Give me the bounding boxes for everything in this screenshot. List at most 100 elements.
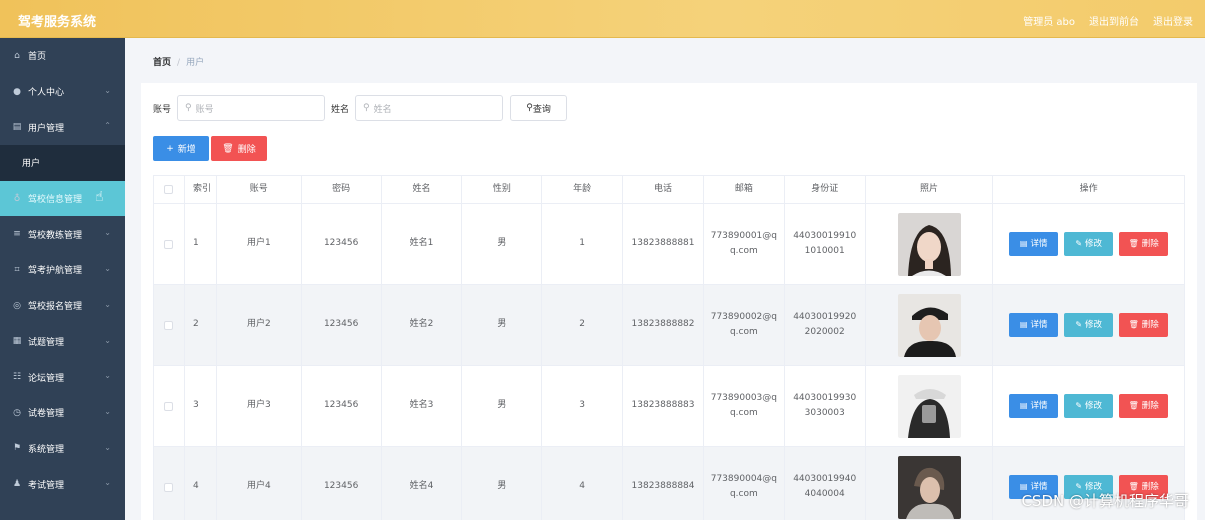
cell-account: 用户3 (217, 366, 302, 446)
flag-icon: ⚑ (12, 443, 22, 454)
select-all-checkbox[interactable] (164, 185, 174, 194)
header-password[interactable]: 密码 (302, 176, 382, 203)
header-actions: 操作 (1079, 183, 1098, 194)
header-name[interactable]: 姓名 (382, 176, 463, 203)
cell-name: 姓名1 (382, 204, 463, 284)
cell-id-card: 440300199101010001 (793, 230, 857, 256)
header-index[interactable]: 索引 (185, 176, 217, 203)
edit-button[interactable]: ✎ 修改 (1064, 313, 1114, 337)
detail-button[interactable]: ▤ 详情 (1009, 232, 1059, 256)
chevron-down-icon: ⌄ (104, 85, 111, 95)
person-icon: ♟ (12, 479, 22, 490)
remove-button[interactable]: 🗑 删除 (1119, 394, 1169, 418)
account-input[interactable]: ⚲ 账号 (177, 95, 326, 121)
sidebar-item-enrollment[interactable]: ◎ 驾校报名管理 ⌄ (0, 288, 125, 324)
chevron-down-icon: ⌄ (104, 478, 111, 488)
search-icon: ⚲ (526, 103, 533, 113)
sidebar-item-label: 首页 (28, 52, 47, 63)
query-button[interactable]: ⚲ 查询 (510, 95, 568, 121)
sidebar-item-user-management[interactable]: ▤ 用户管理 ⌃ (0, 109, 125, 145)
document-icon: ▤ (1019, 239, 1028, 249)
cell-index: 1 (185, 204, 217, 284)
sidebar-item-escort[interactable]: ⌗ 驾考护航管理 ⌄ (0, 252, 125, 288)
breadcrumb-home[interactable]: 首页 (153, 58, 171, 68)
chevron-down-icon: ⌄ (104, 228, 111, 238)
sidebar-item-label: 驾考护航管理 (28, 266, 83, 277)
user-icon: ● (13, 86, 21, 97)
sidebar-item-coach[interactable]: ≡ 驾校教练管理 ⌄ (0, 216, 125, 252)
hand-cursor-icon: ☝ (95, 188, 104, 205)
sidebar-item-label: 系统管理 (28, 444, 65, 455)
globe-icon: ◎ (13, 300, 21, 311)
header-phone[interactable]: 电话 (623, 176, 704, 203)
header-actions: 管理员 abo 退出到前台 退出登录 (1023, 13, 1193, 28)
cell-index: 2 (185, 285, 217, 365)
delete-button[interactable]: 🗑 删除 (211, 136, 267, 161)
pencil-icon: ✎ (1075, 320, 1083, 330)
cell-age: 1 (542, 204, 624, 284)
row-checkbox[interactable] (164, 239, 174, 249)
sidebar-item-home[interactable]: ⌂ 首页 (0, 38, 125, 74)
clock-icon: ◷ (13, 407, 21, 418)
user-photo (897, 455, 961, 519)
name-label: 姓名 (331, 104, 350, 115)
edit-button[interactable]: ✎ 修改 (1064, 394, 1114, 418)
row-checkbox[interactable] (164, 401, 174, 411)
header-id-card[interactable]: 身份证 (785, 176, 866, 203)
chevron-down-icon: ⌄ (104, 264, 111, 274)
app-title: 驾考服务系统 (18, 15, 97, 30)
sidebar-item-profile[interactable]: ● 个人中心 ⌄ (0, 74, 125, 110)
cell-password: 123456 (302, 366, 382, 446)
header-email[interactable]: 邮箱 (704, 176, 785, 203)
name-input[interactable]: ⚲ 姓名 (355, 95, 504, 121)
document-icon: ▤ (1019, 320, 1028, 330)
sidebar-item-school-info[interactable]: ♁ 驾校信息管理 ☝ (0, 180, 125, 217)
cell-password: 123456 (302, 285, 382, 365)
chevron-down-icon: ⌄ (104, 406, 111, 416)
search-bar: 账号 ⚲ 账号 姓名 ⚲ 姓名 ⚲ 查询 (153, 95, 568, 121)
detail-button[interactable]: ▤ 详情 (1009, 394, 1059, 418)
sliders-icon: ☷ (12, 372, 22, 383)
sidebar: ⌂ 首页 ● 个人中心 ⌄ ▤ 用户管理 ⌃ 用户 ♁ 驾校信息管理 ☝ ≡ 驾… (0, 38, 125, 520)
cell-email: 773890004@qq.com (710, 473, 777, 499)
cell-index: 4 (185, 447, 217, 520)
sidebar-item-label: 用户管理 (28, 123, 65, 134)
cell-name: 姓名4 (382, 447, 463, 520)
sidebar-item-forum[interactable]: ☷ 论坛管理 ⌄ (0, 359, 125, 395)
row-checkbox[interactable] (164, 482, 174, 492)
toolbar: + 新增 🗑 删除 (153, 136, 267, 161)
sidebar-item-exams[interactable]: ♟ 考试管理 ⌄ (0, 466, 125, 502)
remove-button[interactable]: 🗑 删除 (1119, 232, 1169, 256)
search-icon: ⚲ (363, 103, 370, 113)
header-account[interactable]: 账号 (217, 176, 302, 203)
cell-name: 姓名3 (382, 366, 463, 446)
header-gender[interactable]: 性别 (462, 176, 543, 203)
remove-button[interactable]: 🗑 删除 (1119, 313, 1169, 337)
edit-button[interactable]: ✎ 修改 (1064, 232, 1114, 256)
breadcrumb-separator: / (177, 58, 181, 68)
back-to-front-link[interactable]: 退出到前台 (1089, 13, 1139, 28)
add-button[interactable]: + 新增 (153, 136, 209, 161)
trash-icon: 🗑 (1128, 239, 1139, 249)
table-row: 2 用户2 123456 姓名2 男 2 13823888882 7738900… (154, 285, 1184, 366)
cell-age: 2 (542, 285, 624, 365)
pencil-icon: ✎ (1075, 239, 1083, 249)
sidebar-item-system[interactable]: ⚑ 系统管理 ⌄ (0, 431, 125, 467)
cell-phone: 13823888881 (623, 204, 704, 284)
header-age[interactable]: 年龄 (542, 176, 624, 203)
cell-age: 4 (542, 447, 624, 520)
detail-button[interactable]: ▤ 详情 (1009, 313, 1059, 337)
breadcrumb-current: 用户 (186, 58, 205, 68)
sidebar-item-label: 试题管理 (28, 337, 65, 348)
sidebar-item-papers[interactable]: ◷ 试卷管理 ⌄ (0, 395, 125, 431)
header-photo: 照片 (866, 176, 994, 203)
sidebar-item-questions[interactable]: ▦ 试题管理 ⌄ (0, 324, 125, 360)
user-photo (897, 212, 961, 276)
logout-link[interactable]: 退出登录 (1153, 13, 1193, 28)
row-checkbox[interactable] (164, 320, 174, 330)
doc-icon: ▦ (12, 336, 22, 347)
cell-phone: 13823888883 (623, 366, 704, 446)
cell-email: 773890002@qq.com (710, 311, 777, 337)
sidebar-item-user[interactable]: 用户 (0, 145, 125, 181)
sidebar-item-label: 驾校报名管理 (28, 302, 83, 313)
